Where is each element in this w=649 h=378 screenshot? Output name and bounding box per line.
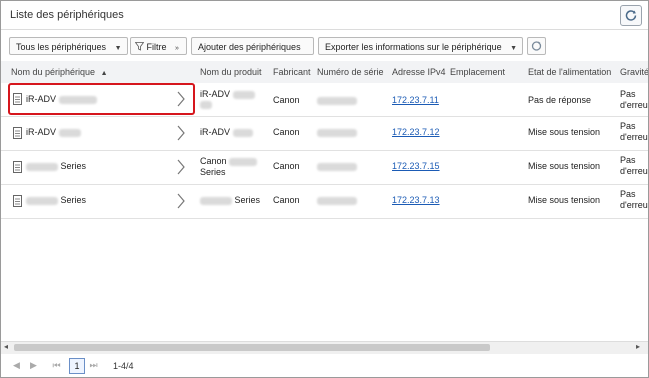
column-header-location[interactable]: Emplacement <box>450 67 505 77</box>
serial-number-cell <box>317 195 357 205</box>
power-state-cell: Mise sous tension <box>528 127 601 137</box>
column-header-serial-number[interactable]: Numéro de série <box>317 67 384 77</box>
device-name-cell: Series <box>26 195 86 205</box>
device-name-cell: iR-ADV <box>26 127 81 137</box>
prev-page-icon[interactable]: ◀ <box>9 358 24 373</box>
ipv4-link[interactable]: 172.23.7.13 <box>392 195 440 205</box>
product-name-cell: iR-ADV <box>200 89 255 109</box>
funnel-icon <box>134 42 145 51</box>
device-list-window: Liste des périphériques Tous les périphé… <box>0 0 649 378</box>
serial-number-cell <box>317 127 357 137</box>
export-label: Exporter les informations sur le périphé… <box>325 42 502 52</box>
sort-asc-icon: ▲ <box>100 70 108 77</box>
device-icon <box>13 127 22 139</box>
device-filter-dropdown[interactable]: Tous les périphériques ▼ <box>9 37 128 55</box>
item-count: 1-4/4 <box>113 361 134 371</box>
product-name-cell: iR-ADV <box>200 127 253 137</box>
column-header-product-name[interactable]: Nom du produit <box>200 67 262 77</box>
column-header-severity[interactable]: Gravité <box>620 67 648 77</box>
current-page[interactable]: 1 <box>69 358 85 374</box>
filter-label: Filtre <box>146 42 167 52</box>
add-devices-label: Ajouter des périphériques <box>198 42 301 52</box>
power-state-cell: Pas de réponse <box>528 95 592 105</box>
serial-number-cell <box>317 161 357 171</box>
ipv4-link[interactable]: 172.23.7.12 <box>392 127 440 137</box>
manufacturer-cell: Canon <box>273 161 300 171</box>
title-bar: Liste des périphériques <box>1 1 648 30</box>
power-state-cell: Mise sous tension <box>528 195 601 205</box>
power-state-cell: Mise sous tension <box>528 161 601 171</box>
ipv4-link[interactable]: 172.23.7.15 <box>392 161 440 171</box>
device-icon <box>13 195 22 207</box>
export-button[interactable]: Exporter les informations sur le périphé… <box>318 37 523 55</box>
selected-row-highlight <box>8 83 195 115</box>
manufacturer-cell: Canon <box>273 127 300 137</box>
table-row[interactable]: Series Canon Series Canon 172.23.7.15 Mi… <box>1 151 648 185</box>
chevron-down-icon: ▼ <box>510 45 518 52</box>
manufacturer-cell: Canon <box>273 195 300 205</box>
product-name-cell: Series <box>200 195 260 205</box>
horizontal-scrollbar[interactable]: ◂ ▸ <box>1 341 648 354</box>
device-filter-label: Tous les périphériques <box>16 42 107 52</box>
first-page-icon[interactable]: ⏮ <box>49 358 64 373</box>
table-row[interactable]: iR-ADV iR-ADV Canon 172.23.7.12 Mise sou… <box>1 117 648 151</box>
scroll-left-icon[interactable]: ◂ <box>4 342 8 351</box>
table-row[interactable]: Series Series Canon 172.23.7.13 Mise sou… <box>1 185 648 219</box>
chevron-right-icon[interactable] <box>176 125 186 141</box>
recycle-button[interactable] <box>527 37 546 55</box>
next-page-icon[interactable]: ▶ <box>26 358 41 373</box>
last-page-icon[interactable]: ⏭ <box>86 358 101 373</box>
ipv4-link[interactable]: 172.23.7.11 <box>392 95 439 105</box>
chevron-down-icon: ▼ <box>114 45 122 52</box>
device-icon <box>13 161 22 173</box>
column-header-manufacturer[interactable]: Fabricant <box>273 67 311 77</box>
recycle-icon <box>531 41 542 51</box>
scrollbar-thumb[interactable] <box>14 344 490 351</box>
column-header-power-state[interactable]: Etat de l'alimentation <box>528 67 611 77</box>
column-header-ipv4[interactable]: Adresse IPv4 <box>392 67 446 77</box>
serial-number-cell <box>317 95 357 105</box>
pagination: ◀ ▶ ⏮ 1 ⏭ 1-4/4 <box>1 354 648 377</box>
device-name-cell: Series <box>26 161 86 171</box>
double-chevron-down-icon: » <box>175 45 179 52</box>
refresh-icon <box>625 10 637 21</box>
severity-cell: Pas d'erreu <box>620 121 648 142</box>
chevron-right-icon[interactable] <box>176 193 186 209</box>
manufacturer-cell: Canon <box>273 95 300 105</box>
severity-cell: Pas d'erreu <box>620 155 648 176</box>
filter-button[interactable]: Filtre » <box>130 37 187 55</box>
column-header-device-name[interactable]: Nom du périphérique ▲ <box>11 67 108 77</box>
table-header: Nom du périphérique ▲ Nom du produit Fab… <box>1 61 648 84</box>
refresh-button[interactable] <box>620 5 642 26</box>
product-name-cell: Canon Series <box>200 156 258 178</box>
severity-cell: Pas d'erreu <box>620 189 648 210</box>
toolbar: Tous les périphériques ▼ Filtre » Ajoute… <box>1 30 648 60</box>
window-title: Liste des périphériques <box>10 9 124 21</box>
chevron-right-icon[interactable] <box>176 159 186 175</box>
severity-cell: Pas d'erreu <box>620 89 648 110</box>
scroll-right-icon[interactable]: ▸ <box>636 342 640 351</box>
add-devices-button[interactable]: Ajouter des périphériques <box>191 37 314 55</box>
